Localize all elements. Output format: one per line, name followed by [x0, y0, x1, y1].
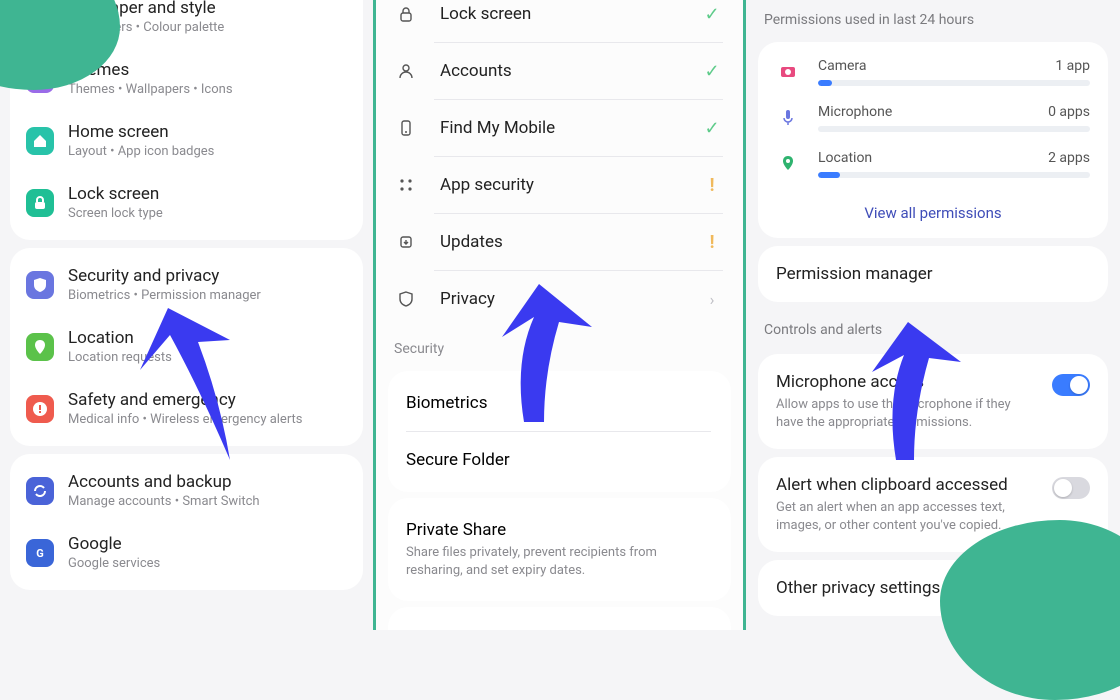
settings-row[interactable]: Lock screen Screen lock type	[10, 172, 363, 234]
settings-row[interactable]: Security and privacy Biometrics • Permiss…	[10, 254, 363, 316]
clipboard-alert-title: Alert when clipboard accessed	[776, 475, 1040, 495]
security-card-title: Secure Folder	[406, 450, 713, 470]
check-icon: ✓	[704, 61, 719, 82]
usage-label: Camera	[818, 58, 867, 74]
chevron-right-icon: ›	[710, 290, 715, 309]
check-icon: ✓	[704, 4, 719, 25]
settings-row-subtitle: Medical info • Wireless emergency alerts	[68, 412, 349, 427]
lock-icon	[26, 189, 54, 217]
settings-row-title: Location	[68, 328, 349, 348]
settings-group: Security and privacy Biometrics • Permiss…	[10, 248, 363, 446]
settings-row-subtitle: Layout • App icon badges	[68, 144, 349, 159]
private-share-title: Private Share	[406, 520, 713, 540]
settings-group: Accounts and backup Manage accounts • Sma…	[10, 454, 363, 590]
settings-row-title: Safety and emergency	[68, 390, 349, 410]
usage-count: 0 apps	[1048, 104, 1090, 120]
settings-row-subtitle: Biometrics • Permission manager	[68, 288, 349, 303]
usage-bar	[818, 80, 1090, 86]
home-icon	[26, 127, 54, 155]
privacy-shield-icon	[394, 287, 418, 311]
settings-row-title: Lock screen	[68, 184, 349, 204]
usage-count: 1 app	[1055, 58, 1090, 74]
usage-row[interactable]: Camera 1 app	[776, 58, 1090, 86]
security-row[interactable]: Accounts ✓	[376, 43, 743, 99]
security-card-row[interactable]: Secure Folder	[388, 432, 731, 488]
findphone-icon	[394, 116, 418, 140]
settings-row-subtitle: Themes • Wallpapers • Icons	[68, 82, 349, 97]
security-row-title: Find My Mobile	[440, 118, 681, 138]
private-share-row[interactable]: Private Share Share files privately, pre…	[388, 502, 731, 597]
svg-text:G: G	[36, 547, 44, 560]
security-row[interactable]: Find My Mobile ✓	[376, 100, 743, 156]
settings-row-title: Themes	[68, 60, 349, 80]
security-row-title: Updates	[440, 232, 681, 252]
warning-icon: !	[710, 232, 715, 253]
settings-main-panel: Wallpaper and styleWallpapers • Colour p…	[0, 0, 373, 630]
sync-icon	[26, 477, 54, 505]
settings-row-subtitle: Google services	[68, 556, 349, 571]
mic-icon	[776, 104, 800, 126]
install-unknown-apps-row[interactable]: Install unknown apps	[388, 611, 731, 630]
settings-row[interactable]: Location Location requests	[10, 316, 363, 378]
emergency-icon	[26, 395, 54, 423]
security-row-title: App security	[440, 175, 681, 195]
settings-row-subtitle: Screen lock type	[68, 206, 349, 221]
security-card-title: Biometrics	[406, 393, 713, 413]
security-row-title: Privacy	[440, 289, 681, 309]
security-row[interactable]: App security!	[376, 157, 743, 213]
warning-icon: !	[710, 175, 715, 196]
usage-label: Location	[818, 150, 872, 166]
settings-row-title: Security and privacy	[68, 266, 349, 286]
check-icon: ✓	[704, 118, 719, 139]
settings-row[interactable]: G Google Google services	[10, 522, 363, 584]
security-card-row[interactable]: Biometrics	[388, 375, 731, 431]
settings-row-title: Accounts and backup	[68, 472, 349, 492]
usage-count: 2 apps	[1048, 150, 1090, 166]
clipboard-alert-subtitle: Get an alert when an app accesses text, …	[776, 499, 1040, 534]
usage-bar	[818, 172, 1090, 178]
pin-icon	[776, 150, 800, 172]
security-row-title: Accounts	[440, 61, 681, 81]
apps-icon	[394, 173, 418, 197]
microphone-access-subtitle: Allow apps to use the microphone if they…	[776, 396, 1040, 431]
permission-manager-row[interactable]: Permission manager	[758, 246, 1108, 302]
settings-row-title: Home screen	[68, 122, 349, 142]
security-privacy-panel: Lock screen ✓ Accounts ✓ Find My Mobile ✓ App …	[373, 0, 746, 630]
usage-bar	[818, 126, 1090, 132]
usage-row[interactable]: Microphone 0 apps	[776, 104, 1090, 132]
security-row-title: Lock screen	[440, 4, 681, 24]
microphone-access-toggle[interactable]	[1052, 374, 1090, 396]
security-row[interactable]: Privacy ›	[376, 271, 743, 327]
security-row[interactable]: Lock screen ✓	[376, 0, 743, 42]
controls-alerts-header: Controls and alerts	[746, 310, 1120, 346]
clipboard-alert-toggle[interactable]	[1052, 477, 1090, 499]
permissions-usage-header: Permissions used in last 24 hours	[746, 0, 1120, 36]
settings-row[interactable]: Home screen Layout • App icon badges	[10, 110, 363, 172]
microphone-access-row[interactable]: Microphone access Allow apps to use the …	[758, 354, 1108, 449]
settings-row[interactable]: Safety and emergency Medical info • Wirel…	[10, 378, 363, 440]
location-icon	[26, 333, 54, 361]
shield-icon	[26, 271, 54, 299]
settings-row-title: Google	[68, 534, 349, 554]
settings-row-subtitle: Manage accounts • Smart Switch	[68, 494, 349, 509]
private-share-subtitle: Share files privately, prevent recipient…	[406, 544, 713, 579]
microphone-access-title: Microphone access	[776, 372, 1040, 392]
security-section-header: Security	[376, 327, 743, 365]
account-icon	[394, 59, 418, 83]
updates-icon	[394, 230, 418, 254]
settings-row[interactable]: Accounts and backup Manage accounts • Sma…	[10, 460, 363, 522]
security-row[interactable]: Updates!	[376, 214, 743, 270]
lock-outline-icon	[394, 2, 418, 26]
view-all-permissions-link[interactable]: View all permissions	[776, 196, 1090, 226]
camera-icon	[776, 58, 800, 80]
usage-label: Microphone	[818, 104, 892, 120]
google-icon: G	[26, 539, 54, 567]
permission-manager-title: Permission manager	[776, 264, 1090, 284]
usage-row[interactable]: Location 2 apps	[776, 150, 1090, 178]
settings-row-subtitle: Location requests	[68, 350, 349, 365]
